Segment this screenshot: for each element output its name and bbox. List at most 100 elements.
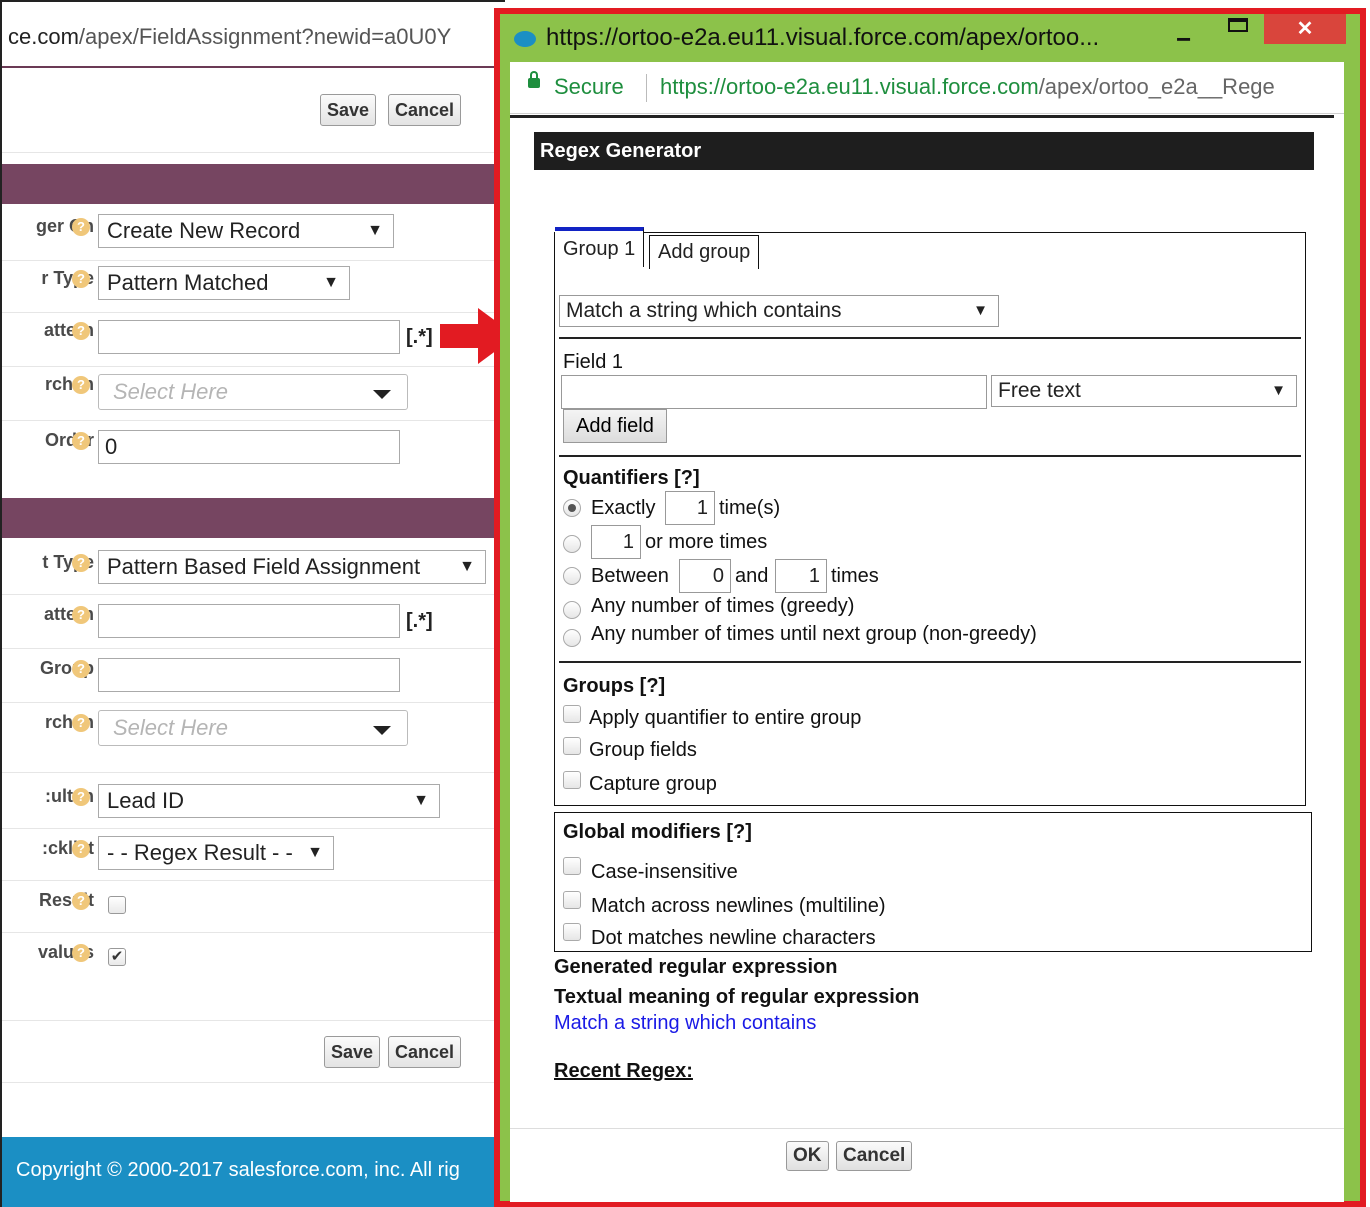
help-icon[interactable]: ? bbox=[72, 432, 90, 450]
bottom-cancel-button[interactable]: Cancel bbox=[388, 1036, 462, 1068]
divider bbox=[559, 337, 1301, 339]
multiline-label: Match across newlines (multiline) bbox=[591, 895, 886, 917]
pattern-suffix: [.*] bbox=[406, 610, 433, 632]
address-url[interactable]: https://ortoo-e2a.eu11.visual.force.com/… bbox=[660, 74, 1275, 100]
divider bbox=[559, 661, 1301, 663]
background-url: ce.com/apex/FieldAssignment?newid=a0U0Y bbox=[8, 24, 452, 49]
or-more-count-input[interactable]: 1 bbox=[591, 525, 641, 559]
row-divider bbox=[2, 366, 502, 367]
pattern-input[interactable] bbox=[98, 320, 400, 354]
dropdown-arrow-icon: ▼ bbox=[459, 558, 475, 575]
background-salesforce-page: ce.com/apex/FieldAssignment?newid=a0U0Y … bbox=[0, 0, 505, 1207]
recent-regex-label: Recent Regex: bbox=[554, 1060, 693, 1082]
dropdown-arrow-icon: ▼ bbox=[973, 302, 988, 319]
assignment-type-select[interactable]: Pattern Based Field Assignment ▼ bbox=[98, 550, 486, 584]
dropdown-arrow-icon bbox=[373, 726, 391, 735]
help-icon[interactable]: ? bbox=[72, 322, 90, 340]
regex-generator-content: Regex Generator Group 1 Add group Match … bbox=[510, 118, 1344, 1128]
minimize-icon[interactable]: − bbox=[1176, 24, 1191, 55]
or-more-radio[interactable] bbox=[563, 535, 581, 553]
help-icon[interactable]: ? bbox=[72, 944, 90, 962]
help-icon[interactable]: ? bbox=[72, 660, 90, 678]
dotall-checkbox[interactable] bbox=[563, 923, 581, 941]
close-icon[interactable]: ✕ bbox=[1264, 14, 1346, 44]
values-checkbox[interactable]: ✔ bbox=[108, 948, 126, 966]
bottom-save-button[interactable]: Save bbox=[324, 1036, 381, 1068]
search-in-picklist[interactable]: Select Here bbox=[98, 710, 408, 746]
top-cancel-button[interactable]: Cancel bbox=[388, 94, 462, 126]
trigger-type-select[interactable]: Pattern Matched ▼ bbox=[98, 266, 350, 300]
group-input[interactable] bbox=[98, 658, 400, 692]
top-save-button[interactable]: Save bbox=[320, 94, 377, 126]
section-header-1 bbox=[2, 164, 502, 204]
add-field-button[interactable]: Add field bbox=[563, 409, 667, 443]
field-type-select[interactable]: Free text ▼ bbox=[991, 375, 1297, 407]
help-icon[interactable]: ? bbox=[72, 840, 90, 858]
exactly-radio[interactable] bbox=[563, 499, 581, 517]
secure-label: Secure bbox=[554, 74, 624, 99]
capture-group-checkbox[interactable] bbox=[563, 771, 581, 789]
row-divider bbox=[2, 260, 502, 261]
trigger-on-select[interactable]: Create New Record ▼ bbox=[98, 214, 394, 248]
textual-meaning-value: Match a string which contains bbox=[554, 1012, 817, 1034]
help-icon[interactable]: ? bbox=[72, 270, 90, 288]
between-max-input[interactable]: 1 bbox=[775, 559, 827, 593]
tab-group-1[interactable]: Group 1 bbox=[555, 227, 645, 267]
address-bar[interactable]: Secure https://ortoo-e2a.eu11.visual.for… bbox=[510, 62, 1344, 114]
non-greedy-label: Any number of times until next group (no… bbox=[591, 623, 1037, 645]
match-type-select[interactable]: Match a string which contains ▼ bbox=[559, 295, 999, 327]
maximize-icon[interactable] bbox=[1228, 18, 1248, 32]
tab-add-group[interactable]: Add group bbox=[649, 235, 760, 269]
favicon-cloud-icon bbox=[514, 31, 536, 47]
row-divider bbox=[2, 702, 502, 703]
row-divider bbox=[2, 312, 502, 313]
row-divider bbox=[2, 1020, 502, 1021]
ok-button[interactable]: OK bbox=[786, 1141, 829, 1171]
case-insensitive-checkbox[interactable] bbox=[563, 857, 581, 875]
result-checkbox[interactable] bbox=[108, 896, 126, 914]
textual-meaning-label: Textual meaning of regular expression bbox=[554, 986, 920, 1008]
dropdown-arrow-icon: ▼ bbox=[307, 844, 323, 861]
window-titlebar[interactable]: https://ortoo-e2a.eu11.visual.force.com/… bbox=[500, 14, 1360, 62]
regex-generator-window: https://ortoo-e2a.eu11.visual.force.com/… bbox=[494, 8, 1366, 1207]
pattern-input[interactable] bbox=[98, 604, 400, 638]
dropdown-arrow-icon: ▼ bbox=[1271, 382, 1286, 399]
times-s-label: time(s) bbox=[719, 497, 781, 519]
row-divider bbox=[2, 880, 502, 881]
exactly-count-input[interactable]: 1 bbox=[665, 491, 715, 525]
cancel-button[interactable]: Cancel bbox=[836, 1141, 913, 1171]
section-header-2 bbox=[2, 498, 502, 538]
help-icon[interactable]: ? bbox=[72, 218, 90, 236]
search-in-picklist[interactable]: Select Here bbox=[98, 374, 408, 410]
divider bbox=[2, 152, 502, 153]
non-greedy-radio[interactable] bbox=[563, 629, 581, 647]
help-icon[interactable]: ? bbox=[72, 376, 90, 394]
order-input[interactable]: 0 bbox=[98, 430, 400, 464]
picklist-select[interactable]: - - Regex Result - - ▼ bbox=[98, 836, 334, 870]
multiline-checkbox[interactable] bbox=[563, 891, 581, 909]
row-divider bbox=[2, 648, 502, 649]
group-fields-checkbox[interactable] bbox=[563, 737, 581, 755]
help-icon[interactable]: ? bbox=[72, 554, 90, 572]
between-radio[interactable] bbox=[563, 567, 581, 585]
help-icon[interactable]: ? bbox=[72, 892, 90, 910]
result-in-select[interactable]: Lead ID ▼ bbox=[98, 784, 440, 818]
help-icon[interactable]: ? bbox=[72, 606, 90, 624]
dropdown-arrow-icon: ▼ bbox=[413, 792, 429, 809]
global-modifiers-title: Global modifiers [?] bbox=[563, 821, 752, 843]
help-icon[interactable]: ? bbox=[72, 714, 90, 732]
exactly-label: Exactly bbox=[591, 497, 656, 519]
generated-regex-label: Generated regular expression bbox=[554, 956, 838, 978]
lock-icon bbox=[528, 71, 540, 88]
help-icon[interactable]: ? bbox=[72, 788, 90, 806]
row-divider bbox=[2, 1082, 502, 1083]
field-1-input[interactable] bbox=[561, 375, 987, 409]
group-fields-label: Group fields bbox=[589, 739, 697, 761]
copyright-text: Copyright © 2000-2017 salesforce.com, in… bbox=[16, 1159, 460, 1181]
apply-quantifier-checkbox[interactable] bbox=[563, 705, 581, 723]
field-label: Field 1 bbox=[563, 351, 624, 373]
greedy-radio[interactable] bbox=[563, 601, 581, 619]
between-min-input[interactable]: 0 bbox=[679, 559, 731, 593]
row-divider bbox=[2, 828, 502, 829]
groups-title: Groups [?] bbox=[563, 675, 666, 697]
